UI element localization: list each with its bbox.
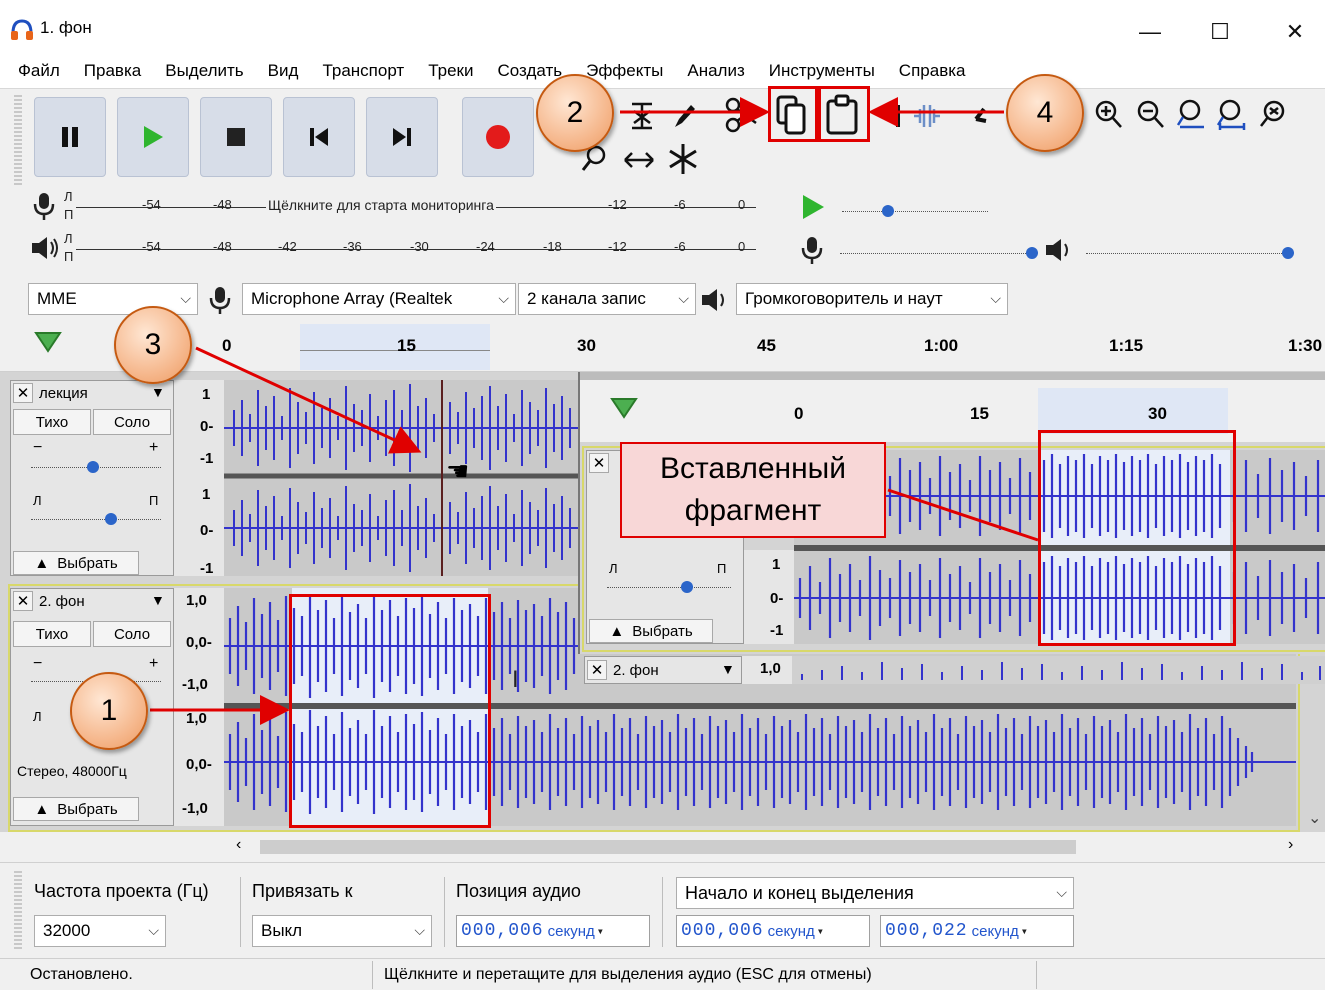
callout-3: 3 — [114, 306, 192, 384]
callout-4: 4 — [1006, 74, 1084, 152]
label-connector — [887, 488, 1039, 542]
arrow-3 — [195, 346, 422, 454]
pasted-fragment-label: Вставленный фрагмент — [620, 442, 886, 538]
callout-2: 2 — [536, 74, 614, 152]
callout-1: 1 — [70, 672, 148, 750]
hand-cursor-icon: ☚ — [446, 456, 470, 486]
callout-number: 4 — [1036, 96, 1054, 129]
callout-number: 2 — [566, 96, 584, 129]
callout-number: 1 — [100, 694, 118, 727]
callout-number: 3 — [144, 328, 162, 361]
